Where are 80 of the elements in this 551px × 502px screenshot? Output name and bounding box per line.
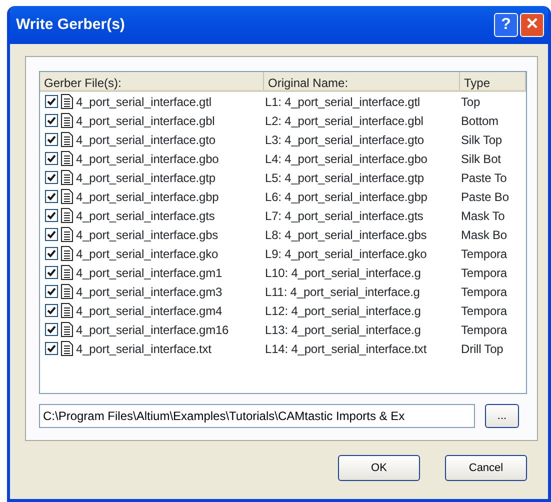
original-name: L13: 4_port_serial_interface.g — [265, 322, 422, 338]
document-icon — [61, 227, 73, 242]
document-icon — [61, 189, 73, 204]
original-name: L10: 4_port_serial_interface.g — [265, 264, 422, 282]
original-name: L3: 4_port_serial_interface.gto — [265, 132, 426, 148]
layer-type: Silk Bot — [461, 150, 502, 168]
file-name: 4_port_serial_interface.gm16 — [76, 322, 229, 338]
checkbox[interactable] — [45, 114, 58, 127]
document-icon — [61, 303, 73, 318]
file-name: 4_port_serial_interface.txt — [76, 340, 212, 358]
layer-type: Mask Bo — [461, 226, 508, 244]
document-icon — [61, 246, 73, 261]
original-name: L14: 4_port_serial_interface.txt — [265, 340, 428, 358]
checkbox[interactable] — [45, 247, 58, 260]
original-name: L5: 4_port_serial_interface.gtp — [265, 170, 426, 186]
checkbox[interactable] — [45, 171, 58, 184]
document-icon — [61, 151, 73, 166]
original-name: L11: 4_port_serial_interface.g — [265, 284, 421, 300]
file-name: 4_port_serial_interface.gbs — [76, 226, 218, 244]
column-header[interactable]: Type — [460, 72, 526, 90]
file-name: 4_port_serial_interface.gbl — [76, 112, 215, 130]
file-name: 4_port_serial_interface.gm4 — [76, 302, 222, 320]
original-name: L4: 4_port_serial_interface.gbo — [265, 150, 428, 168]
layer-type: Bottom — [461, 112, 500, 130]
checkbox[interactable] — [45, 133, 58, 146]
layer-type: Silk Top — [461, 132, 504, 148]
file-name: 4_port_serial_interface.gko — [76, 246, 218, 262]
layer-type: Paste To — [461, 170, 508, 186]
original-name: L8: 4_port_serial_interface.gbs — [265, 226, 428, 244]
checkbox[interactable] — [45, 152, 58, 165]
original-name: L12: 4_port_serial_interface.g — [265, 302, 422, 320]
layer-type: Drill Top — [461, 340, 504, 358]
column-header[interactable]: Original Name: — [264, 72, 460, 90]
checkbox[interactable] — [45, 304, 58, 317]
document-icon — [61, 94, 73, 109]
checkbox[interactable] — [45, 342, 58, 355]
window-title: Write Gerber(s) — [16, 14, 125, 35]
file-name: 4_port_serial_interface.gtl — [76, 94, 212, 110]
checkbox[interactable] — [45, 266, 58, 279]
document-icon — [61, 322, 73, 337]
browse-button[interactable]: ... — [485, 404, 519, 428]
checkbox[interactable] — [45, 209, 58, 222]
checkbox[interactable] — [45, 228, 58, 241]
layer-type: Tempora — [461, 302, 508, 320]
document-icon — [61, 170, 73, 185]
file-name: 4_port_serial_interface.gtp — [76, 170, 216, 186]
path-field[interactable]: C:\Program Files\Altium\Examples\Tutorials\CAMtastic Imports & Ex — [39, 404, 475, 428]
original-name: L7: 4_port_serial_interface.gts — [265, 208, 424, 224]
original-name: L6: 4_port_serial_interface.gbp — [265, 188, 428, 206]
column-header[interactable]: Gerber File(s): — [40, 72, 264, 90]
layer-type: Tempora — [461, 322, 508, 338]
document-icon — [61, 341, 73, 356]
document-icon — [61, 132, 73, 147]
layer-type: Tempora — [461, 264, 508, 282]
document-icon — [61, 113, 73, 128]
layer-type: Tempora — [461, 246, 508, 262]
cancel-button[interactable]: Cancel — [445, 455, 527, 481]
file-name: 4_port_serial_interface.gto — [76, 132, 216, 148]
file-name: 4_port_serial_interface.gbp — [76, 188, 219, 206]
ok-button[interactable]: OK — [338, 455, 420, 481]
checkbox[interactable] — [45, 285, 58, 298]
file-name: 4_port_serial_interface.gts — [76, 208, 215, 224]
file-name: 4_port_serial_interface.gm3 — [76, 284, 222, 300]
checkbox[interactable] — [45, 323, 58, 336]
original-name: L9: 4_port_serial_interface.gko — [265, 246, 428, 262]
document-icon — [61, 208, 73, 223]
document-icon — [61, 284, 73, 299]
layer-type: Top — [461, 94, 482, 110]
layer-type: Mask To — [461, 208, 506, 224]
help-button[interactable]: ? — [494, 13, 518, 37]
document-icon — [61, 265, 73, 280]
original-name: L2: 4_port_serial_interface.gbl — [265, 112, 424, 130]
file-name: 4_port_serial_interface.gbo — [76, 150, 219, 168]
layer-type: Tempora — [461, 284, 508, 300]
layer-type: Paste Bo — [461, 188, 510, 206]
checkbox[interactable] — [45, 95, 58, 108]
file-name: 4_port_serial_interface.gm1 — [76, 264, 222, 282]
close-button[interactable]: ✕ — [520, 13, 544, 37]
original-name: L1: 4_port_serial_interface.gtl — [265, 94, 421, 110]
checkbox[interactable] — [45, 190, 58, 203]
